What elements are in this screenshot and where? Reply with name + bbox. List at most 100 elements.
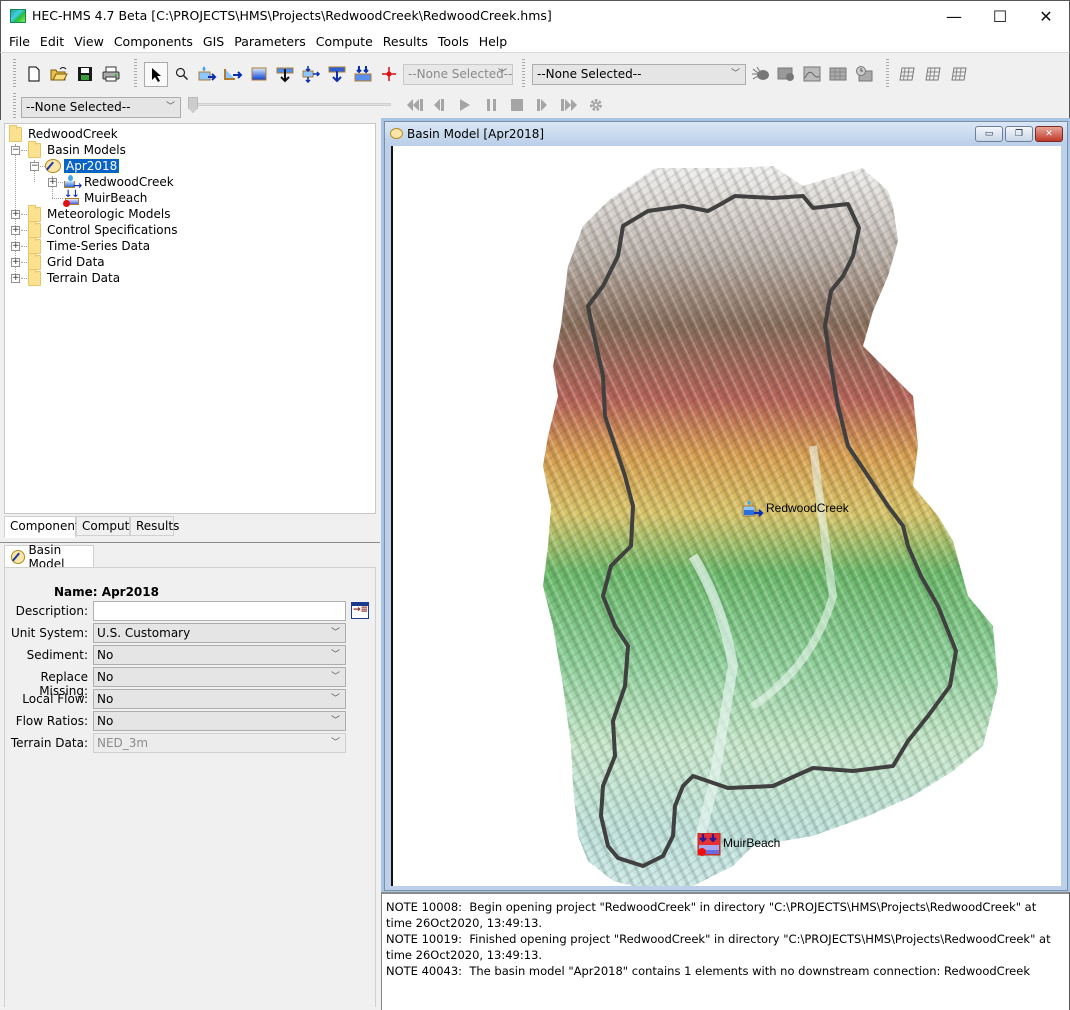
animation-slider-thumb[interactable] bbox=[188, 97, 198, 113]
collapse-icon[interactable]: − bbox=[11, 146, 20, 155]
fast-forward-button[interactable] bbox=[560, 98, 580, 116]
frame-close-button[interactable]: ✕ bbox=[1035, 126, 1063, 142]
subbasin-creator-tool[interactable] bbox=[196, 63, 218, 85]
tree-item-project[interactable]: RedwoodCreek bbox=[9, 124, 118, 142]
tree-item-terrain-data[interactable]: Terrain Data bbox=[28, 268, 121, 286]
source-creator-tool[interactable] bbox=[326, 63, 348, 85]
global-summary-icon bbox=[777, 67, 794, 81]
expand-icon[interactable]: + bbox=[11, 258, 20, 267]
tree-item-grid-data[interactable]: Grid Data bbox=[28, 252, 105, 270]
diversion-creator-tool[interactable] bbox=[300, 63, 322, 85]
open-button[interactable] bbox=[48, 63, 70, 85]
close-button[interactable]: ✕ bbox=[1023, 1, 1069, 31]
folder-icon bbox=[28, 236, 41, 254]
gage-location-tool[interactable] bbox=[378, 63, 400, 85]
grid-button-3[interactable] bbox=[948, 63, 970, 85]
element-selector[interactable]: --None Selected-- ﹀ bbox=[403, 64, 513, 85]
menu-parameters[interactable]: Parameters bbox=[229, 34, 311, 49]
new-button[interactable] bbox=[23, 63, 45, 85]
maximize-button[interactable]: ☐ bbox=[977, 1, 1023, 31]
flow-ratios-select[interactable]: No ﹀ bbox=[93, 711, 346, 731]
animation-slider-track[interactable] bbox=[191, 103, 391, 106]
arrow-select-tool[interactable] bbox=[144, 62, 168, 87]
run-selector[interactable]: --None Selected-- ﹀ bbox=[532, 64, 746, 85]
zoom-tool-icon bbox=[175, 67, 189, 81]
basin-model-window: Basin Model [Apr2018] ▭ ❐ ✕ RedwoodCreek… bbox=[384, 121, 1068, 891]
compute-button[interactable] bbox=[750, 63, 772, 85]
terrain-data-select: NED_3m ﹀ bbox=[93, 733, 346, 753]
basin-map-canvas[interactable]: RedwoodCreek MuirBeach bbox=[391, 146, 1061, 886]
description-editor-button[interactable] bbox=[351, 602, 369, 619]
replace-missing-select[interactable]: No ﹀ bbox=[93, 667, 346, 687]
toolbar-grip[interactable] bbox=[13, 93, 16, 119]
animation-selector[interactable]: --None Selected-- ﹀ bbox=[21, 97, 181, 118]
step-forward-button[interactable] bbox=[536, 98, 550, 116]
menu-view[interactable]: View bbox=[69, 34, 109, 49]
tree-item-meteorologic-models[interactable]: Meteorologic Models bbox=[28, 204, 171, 222]
description-input[interactable] bbox=[93, 601, 346, 621]
rewind-button[interactable] bbox=[405, 98, 425, 116]
graph-icon bbox=[803, 66, 821, 82]
grid-button-2[interactable] bbox=[922, 63, 944, 85]
sink-creator-tool[interactable] bbox=[352, 63, 374, 85]
animation-settings-button[interactable] bbox=[589, 98, 603, 116]
toolbar-grip[interactable] bbox=[134, 59, 137, 87]
sink-element-muirbeach[interactable] bbox=[697, 832, 721, 856]
toolbar-grip[interactable] bbox=[886, 59, 889, 87]
play-button[interactable] bbox=[458, 98, 472, 116]
frame-minimize-button[interactable]: ▭ bbox=[975, 126, 1003, 142]
arrow-select-icon bbox=[152, 67, 161, 82]
local-flow-select[interactable]: No ﹀ bbox=[93, 689, 346, 709]
menu-gis[interactable]: GIS bbox=[198, 34, 229, 49]
tab-results[interactable]: Results bbox=[130, 516, 179, 536]
menu-tools[interactable]: Tools bbox=[433, 34, 474, 49]
expand-icon[interactable]: + bbox=[11, 210, 20, 219]
unit-system-select[interactable]: U.S. Customary ﹀ bbox=[93, 623, 346, 643]
subbasin-creator-icon bbox=[198, 66, 217, 81]
menu-file[interactable]: File bbox=[4, 34, 35, 49]
expand-icon[interactable]: + bbox=[11, 242, 20, 251]
expand-icon[interactable]: + bbox=[48, 178, 57, 187]
tree-item-muirbeach[interactable]: ↓↓ MuirBeach bbox=[63, 189, 147, 207]
tab-basin-model[interactable]: Basin Model bbox=[4, 543, 94, 571]
frame-restore-button[interactable]: ❐ bbox=[1005, 126, 1033, 142]
global-summary-button[interactable] bbox=[775, 63, 797, 85]
time-series-table-button[interactable] bbox=[853, 63, 875, 85]
menu-results[interactable]: Results bbox=[378, 34, 433, 49]
save-button[interactable] bbox=[74, 63, 96, 85]
menu-compute[interactable]: Compute bbox=[311, 34, 378, 49]
tree-item-time-series-data[interactable]: Time-Series Data bbox=[28, 236, 150, 254]
chevron-down-icon: ﹀ bbox=[330, 694, 340, 704]
toolbar-grip[interactable] bbox=[522, 59, 525, 87]
menu-edit[interactable]: Edit bbox=[35, 34, 69, 49]
chevron-down-icon: ﹀ bbox=[730, 69, 740, 79]
graph-button[interactable] bbox=[801, 63, 823, 85]
junction-creator-tool[interactable] bbox=[274, 63, 296, 85]
expand-icon[interactable]: + bbox=[11, 274, 20, 283]
tree-item-label: Terrain Data bbox=[47, 271, 121, 285]
tab-components[interactable]: Components bbox=[4, 516, 86, 538]
grid-button-1[interactable] bbox=[896, 63, 918, 85]
subbasin-element-redwoodcreek[interactable] bbox=[742, 500, 764, 518]
menu-help[interactable]: Help bbox=[474, 34, 513, 49]
tree-item-redwoodcreek[interactable]: → RedwoodCreek bbox=[63, 174, 174, 191]
print-button[interactable] bbox=[100, 63, 122, 85]
toolbar-grip[interactable] bbox=[13, 59, 16, 87]
collapse-icon[interactable]: − bbox=[30, 162, 39, 171]
reservoir-creator-tool[interactable] bbox=[248, 63, 270, 85]
summary-table-button[interactable] bbox=[827, 63, 849, 85]
expand-icon[interactable]: + bbox=[11, 226, 20, 235]
reach-creator-tool[interactable] bbox=[222, 63, 244, 85]
tree-item-basin-models[interactable]: Basin Models bbox=[28, 140, 126, 158]
tab-compute[interactable]: Compute bbox=[76, 516, 137, 536]
zoom-tool[interactable] bbox=[171, 63, 193, 85]
menu-components[interactable]: Components bbox=[109, 34, 198, 49]
step-back-button[interactable] bbox=[432, 98, 446, 116]
stop-button[interactable] bbox=[510, 98, 524, 116]
tab-label: Compute bbox=[82, 519, 137, 533]
sediment-select[interactable]: No ﹀ bbox=[93, 645, 346, 665]
tree-item-control-specifications[interactable]: Control Specifications bbox=[28, 220, 178, 238]
minimize-button[interactable]: — bbox=[931, 1, 977, 31]
pause-button[interactable] bbox=[485, 98, 499, 116]
tree-item-basin-model-apr2018[interactable]: Apr2018 bbox=[45, 158, 121, 174]
